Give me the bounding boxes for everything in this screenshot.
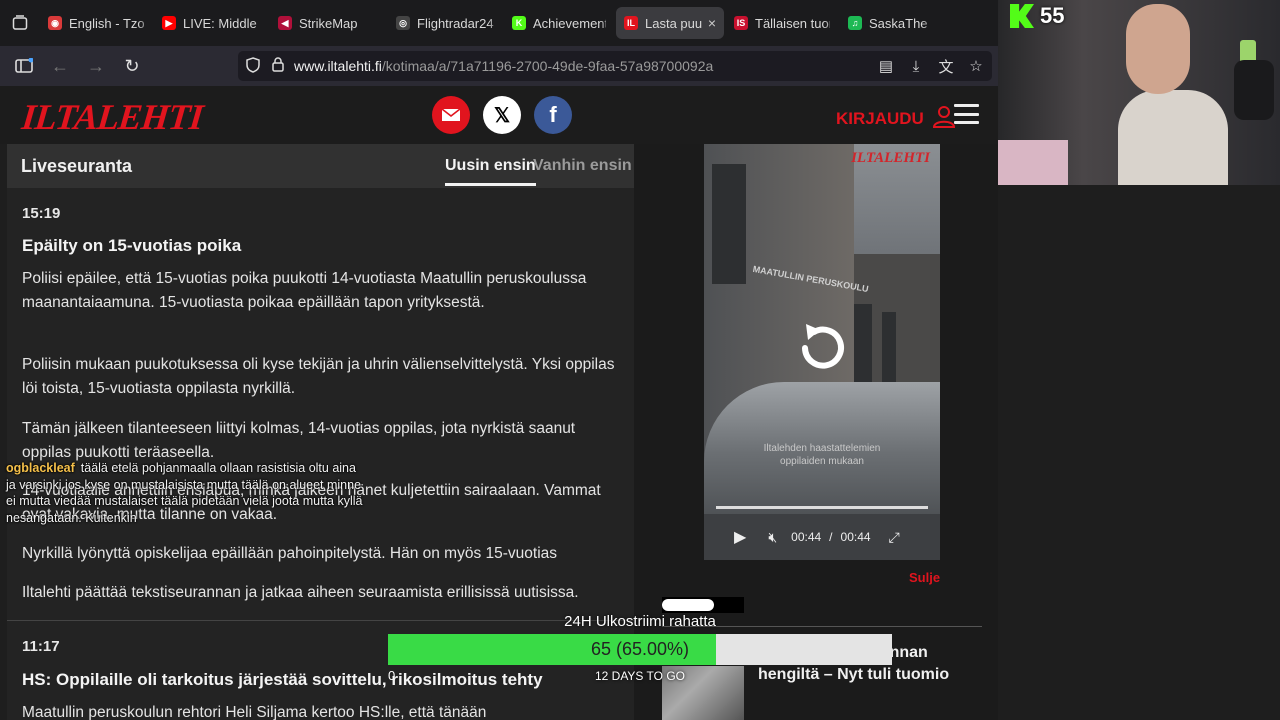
browser-tab[interactable]: ◎ Flightradar24 — [388, 7, 502, 39]
video-controls: ▶ 🔇︎ 00:44 / 00:44 ⤢ — [704, 514, 940, 560]
site-header: ILTALEHTI 𝕏 f KIRJAUDU — [0, 86, 998, 144]
tab-label: LIVE: Middle E — [183, 15, 260, 31]
login-button[interactable]: KIRJAUDU — [836, 104, 956, 133]
download-icon[interactable]: ⤓ — [906, 54, 926, 78]
menu-icon[interactable] — [954, 104, 979, 124]
tab-favicon-icon: ◎ — [396, 16, 410, 30]
kick-viewer-counter: 55 — [1010, 3, 1064, 29]
shield-icon[interactable] — [246, 56, 260, 76]
goal-progress-bar: 65 (65.00%) — [388, 634, 892, 665]
reader-view-icon[interactable]: ▤ — [876, 54, 896, 78]
total-time: 00:44 — [840, 530, 871, 544]
reload-icon[interactable]: ↻ — [114, 50, 150, 82]
tab-label: Tällaisen tuom — [755, 15, 830, 31]
tab-favicon-icon: ◀ — [278, 16, 292, 30]
entry-time: 15:19 — [22, 205, 61, 222]
tab-favicon-icon: IL — [624, 16, 638, 30]
video-caption: Iltalehden haastattelemien oppilaiden mu… — [704, 442, 940, 468]
tab-label: Flightradar24 — [417, 15, 494, 31]
user-icon — [932, 104, 956, 133]
tab-favicon-icon: ▶ — [162, 16, 176, 30]
browser-tab[interactable]: IL Lasta puuk × — [616, 7, 724, 39]
browser-tab[interactable]: ▶ LIVE: Middle E — [154, 7, 268, 39]
sidebar-toggle-icon[interactable] — [6, 50, 42, 82]
caption-line: oppilaiden mukaan — [780, 456, 864, 467]
url-host: www.iltalehti.fi — [294, 58, 382, 74]
login-label: KIRJAUDU — [836, 108, 924, 128]
tab-favicon-icon: IS — [734, 16, 748, 30]
address-bar[interactable]: www.iltalehti.fi/kotimaa/a/71a71196-2700… — [238, 51, 992, 81]
entry-headline: Epäilty on 15-vuotias poika — [22, 236, 242, 255]
forward-arrow-icon[interactable]: → — [78, 50, 114, 82]
sort-newest-tab[interactable]: Uusin ensin — [445, 157, 536, 186]
iltalehti-logo[interactable]: ILTALEHTI — [20, 96, 205, 138]
tab-label: English - Tzot — [69, 15, 144, 31]
entry-paragraph: Poliisi epäilee, että 15-vuotias poika p… — [22, 270, 587, 311]
entry-paragraph: Maatullin peruskoulun rehtori Heli Silja… — [22, 704, 487, 720]
caption-line: Iltalehden haastattelemien — [763, 443, 881, 454]
browser-nav-bar: ← → ↻ www.iltalehti.fi/kotimaa/a/71a7119… — [0, 46, 1000, 86]
browser-tab[interactable]: IS Tällaisen tuom — [726, 7, 838, 39]
chat-text: nesangataan. Kuitenkin — [6, 510, 137, 525]
live-feed-header: Liveseuranta Uusin ensin Vanhin ensin — [7, 144, 634, 188]
current-time: 00:44 — [791, 530, 822, 544]
browser-tab-bar: ◉ English - Tzot ▶ LIVE: Middle E ◀ StrikeMap… — [0, 0, 1000, 46]
tab-favicon-icon: K — [512, 16, 526, 30]
viewer-count: 55 — [1040, 3, 1065, 28]
facebook-share-icon[interactable]: f — [534, 96, 572, 134]
video-player[interactable]: MAATULLIN PERUSKOULU ILTALEHTI Iltalehde… — [704, 144, 940, 560]
redacted-label — [662, 597, 744, 613]
bookmark-star-icon[interactable]: ☆ — [966, 54, 986, 78]
tab-label: StrikeMap — [299, 15, 358, 31]
entry-time: 11:17 — [22, 638, 60, 655]
goal-value: 65 (65.00%) — [590, 639, 690, 659]
tab-overview-icon[interactable] — [0, 0, 40, 46]
translate-icon[interactable]: 文 — [936, 54, 956, 78]
chat-username: ogblackleaf — [6, 461, 75, 475]
chat-text: ja varsinki jos kyse on mustalaisista mu… — [6, 477, 362, 492]
close-video-button[interactable]: Sulje — [909, 570, 940, 585]
goal-days-left: 12 DAYS TO GO — [594, 669, 686, 683]
stream-background — [998, 185, 1280, 720]
lock-icon[interactable] — [272, 57, 284, 75]
chat-message: ogblackleaf täälä etelä pohjanmaalla olla… — [6, 460, 406, 477]
video-progress-bar[interactable] — [716, 506, 928, 509]
browser-tab[interactable]: ♫ SaskaTheBle — [840, 7, 936, 39]
sort-oldest-tab[interactable]: Vanhin ensin — [533, 157, 632, 175]
fullscreen-icon[interactable]: ⤢ — [889, 529, 900, 546]
url-path: /kotimaa/a/71a71196-2700-49de-9faa-57a98… — [381, 58, 714, 74]
entry-paragraph: Nyrkillä lyönyttä opiskelijaa epäillään … — [22, 545, 558, 562]
chat-overlay: ogblackleaf täälä etelä pohjanmaalla olla… — [6, 460, 406, 526]
browser-tab[interactable]: K Achievements — [504, 7, 614, 39]
tab-label: SaskaTheBle — [869, 15, 928, 31]
browser-tab[interactable]: ◀ StrikeMap — [270, 7, 386, 39]
entry-paragraph: Poliisin mukaan puukotuksessa oli kyse t… — [22, 356, 615, 397]
entry-paragraph: Tämän jälkeen tilanteeseen liittyi kolma… — [22, 420, 576, 461]
tab-label: Achievements — [533, 15, 606, 31]
tab-label: Lasta puuk — [645, 15, 702, 31]
time-separator: / — [829, 530, 833, 544]
close-tab-icon[interactable]: × — [708, 15, 716, 31]
mute-icon[interactable]: 🔇︎ — [768, 529, 777, 546]
back-arrow-icon[interactable]: ← — [42, 50, 78, 82]
goal-label: 24H Ulkostriimi rahatta — [564, 613, 716, 630]
entry-paragraph: Iltalehti päättää tekstiseurannan ja jat… — [22, 584, 579, 601]
email-share-icon[interactable] — [432, 96, 470, 134]
tab-favicon-icon: ◉ — [48, 16, 62, 30]
chat-text: täälä etelä pohjanmaalla ollaan rasistis… — [80, 461, 356, 475]
kick-logo-icon — [1010, 4, 1034, 28]
video-watermark: ILTALEHTI — [851, 150, 930, 166]
tab-favicon-icon: ♫ — [848, 16, 862, 30]
chat-text: ei mutta viedää mustalaiset täälä pidetä… — [6, 494, 363, 508]
browser-tab[interactable]: ◉ English - Tzot — [40, 7, 152, 39]
play-icon[interactable]: ▶ — [734, 527, 746, 547]
x-share-icon[interactable]: 𝕏 — [483, 96, 521, 134]
replay-icon[interactable] — [796, 320, 848, 372]
live-feed-title: Liveseuranta — [21, 156, 133, 176]
